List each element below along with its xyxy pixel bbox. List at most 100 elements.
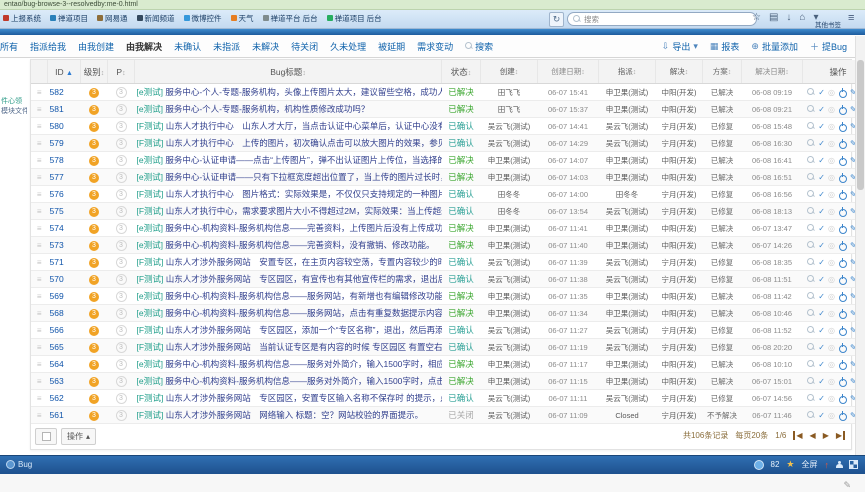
table-row[interactable]: ≡ 564 3 3 [e测试] 服务中心-机构资料-服务机构信息——服务对外简介… (31, 356, 865, 373)
view-icon[interactable] (807, 292, 815, 300)
close-bug-icon[interactable] (838, 394, 847, 403)
reload-button[interactable]: ↻ (549, 12, 564, 27)
bookmark-item[interactable]: 禅道平台 后台 (263, 13, 318, 24)
row-handle-icon[interactable]: ≡ (37, 207, 42, 216)
search-tab[interactable]: 搜索 (459, 40, 499, 53)
bug-title-link[interactable]: 服务中心-机构资料-服务机构信息——完善资料，没有撤销、修改功能。 (165, 240, 434, 250)
batch-action-dropdown[interactable]: 操作▴ (61, 428, 96, 445)
row-handle-icon[interactable]: ≡ (37, 258, 42, 267)
resolve-icon[interactable]: ◎ (828, 173, 835, 182)
confirm-icon[interactable]: ✓ (818, 105, 825, 114)
row-handle-icon[interactable]: ≡ (37, 105, 42, 114)
bookmark-item[interactable]: 微博控件 (184, 13, 222, 24)
per-page-dropdown[interactable]: 每页20条 (735, 430, 768, 441)
bug-title-link[interactable]: 服务中心-认证申请——点击“上传图片”，弹不出认证图片上传位，当选择的图片宽度太… (165, 155, 441, 165)
resolve-icon[interactable]: ◎ (828, 190, 835, 199)
view-icon[interactable] (807, 309, 815, 317)
close-bug-icon[interactable] (838, 156, 847, 165)
resolve-icon[interactable]: ◎ (828, 258, 835, 267)
view-icon[interactable] (807, 190, 815, 198)
bug-title-link[interactable]: 山东人才涉外服务网站 安置专区，在主页内容较空荡，专置内容较少的时候，页面以下需… (166, 257, 442, 267)
confirm-icon[interactable]: ✓ (818, 224, 825, 233)
bug-title-link[interactable]: 服务中心-个人-专题-服务机构，头像上传图片太大，建议留些空格，成功人数少。 (165, 87, 441, 97)
row-handle-icon[interactable]: ≡ (37, 309, 42, 318)
bug-id-link[interactable]: 576 (50, 189, 64, 199)
bug-id-link[interactable]: 577 (50, 172, 64, 182)
edit-pencil-icon[interactable]: ✎ (843, 480, 851, 491)
bug-id-link[interactable]: 570 (50, 274, 64, 284)
row-handle-icon[interactable]: ≡ (37, 394, 42, 403)
view-icon[interactable] (807, 122, 815, 130)
bug-title-link[interactable]: 山东人才涉外服务网站 当前认证专区是有内容的时候 专区园区 有置空右侧的内容无响… (166, 342, 442, 352)
bug-id-link[interactable]: 571 (50, 257, 64, 267)
table-row[interactable]: ≡ 579 3 3 [F测试] 山东人才执行中心 上传的图片，初次确认点击可以放… (31, 135, 865, 152)
view-icon[interactable] (807, 394, 815, 402)
browser-menu-icon[interactable]: ≡ (848, 12, 854, 24)
close-bug-icon[interactable] (838, 309, 847, 318)
bookmark-item[interactable]: 天气 (231, 13, 254, 24)
resolve-icon[interactable]: ◎ (828, 139, 835, 148)
library-icon[interactable]: ▤ (769, 12, 778, 24)
grid-icon[interactable] (850, 461, 857, 468)
view-icon[interactable] (807, 377, 815, 385)
view-icon[interactable] (807, 105, 815, 113)
header-priority[interactable]: P↕ (108, 60, 135, 84)
bug-title-link[interactable]: 山东人才涉外服务网站 专区园区，安置专区输入名称不保存时 的提示，点击撤销。 (166, 393, 442, 403)
bug-id-link[interactable]: 582 (50, 87, 64, 97)
filter-tab[interactable]: 由我解决 (120, 40, 168, 53)
bug-title-link[interactable]: 服务中心-机构资料-服务机构信息——服务网站，有新增也有编辑修改功能了，退出后较… (165, 291, 441, 301)
confirm-icon[interactable]: ✓ (818, 411, 825, 420)
bug-title-link[interactable]: 山东人才执行中心，需求要求图片大小不得超过2M，实际效果：当上传超过2M的图片时… (166, 206, 442, 216)
resolve-icon[interactable]: ◎ (828, 309, 835, 318)
resolve-icon[interactable]: ◎ (828, 241, 835, 250)
table-row[interactable]: ≡ 576 3 3 [F测试] 山东人才执行中心 图片格式：实际效果是，不仅仅只… (31, 186, 865, 203)
close-bug-icon[interactable] (838, 275, 847, 284)
star-bookmark-icon[interactable]: ☆ (752, 12, 761, 24)
bug-title-link[interactable]: 服务中心-机构资料-服务机构信息——服务对外简介，输入1500字时，点击“确认”… (165, 376, 441, 386)
close-bug-icon[interactable] (838, 326, 847, 335)
filter-tab[interactable]: 待关闭 (285, 40, 324, 53)
confirm-icon[interactable]: ✓ (818, 190, 825, 199)
row-handle-icon[interactable]: ≡ (37, 360, 42, 369)
filter-tab[interactable]: 由我创建 (72, 40, 120, 53)
row-handle-icon[interactable]: ≡ (37, 275, 42, 284)
home-icon[interactable]: ⌂ (799, 12, 805, 24)
close-bug-icon[interactable] (838, 258, 847, 267)
select-all-checkbox[interactable] (35, 428, 57, 445)
close-bug-icon[interactable] (838, 122, 847, 131)
bookmark-item[interactable]: 网易通 (97, 13, 128, 24)
resolve-icon[interactable]: ◎ (828, 88, 835, 97)
confirm-icon[interactable]: ✓ (818, 343, 825, 352)
resolve-icon[interactable]: ◎ (828, 377, 835, 386)
row-handle-icon[interactable]: ≡ (37, 122, 42, 131)
view-icon[interactable] (807, 326, 815, 334)
resolve-icon[interactable]: ◎ (828, 105, 835, 114)
resolve-icon[interactable]: ◎ (828, 343, 835, 352)
row-handle-icon[interactable]: ≡ (37, 190, 42, 199)
close-bug-icon[interactable] (838, 377, 847, 386)
bug-id-link[interactable]: 581 (50, 104, 64, 114)
table-row[interactable]: ≡ 580 3 3 [F测试] 山东人才执行中心 山东人才大厅，当点击认证中心菜… (31, 118, 865, 135)
bug-id-link[interactable]: 575 (50, 206, 64, 216)
table-row[interactable]: ≡ 569 3 3 [e测试] 服务中心-机构资料-服务机构信息——服务网站，有… (31, 288, 865, 305)
row-handle-icon[interactable]: ≡ (37, 292, 42, 301)
resolve-icon[interactable]: ◎ (828, 156, 835, 165)
close-bug-icon[interactable] (838, 105, 847, 114)
table-row[interactable]: ≡ 566 3 3 [F测试] 山东人才涉外服务网站 专区园区，添加一个“专区名… (31, 322, 865, 339)
bug-title-link[interactable]: 服务中心-机构资料-服务机构信息——服务对外简介，输入1500字时，相应规范了内… (165, 359, 441, 369)
close-bug-icon[interactable] (838, 292, 847, 301)
resolve-icon[interactable]: ◎ (828, 207, 835, 216)
confirm-icon[interactable]: ✓ (818, 156, 825, 165)
table-row[interactable]: ≡ 565 3 3 [F测试] 山东人才涉外服务网站 当前认证专区是有内容的时候… (31, 339, 865, 356)
header-status[interactable]: 状态↕ (442, 60, 481, 84)
resolve-icon[interactable]: ◎ (828, 275, 835, 284)
table-row[interactable]: ≡ 574 3 3 [e测试] 服务中心-机构资料-服务机构信息——完善资料，上… (31, 220, 865, 237)
bug-id-link[interactable]: 568 (50, 308, 64, 318)
header-id[interactable]: ID ▲ (48, 60, 81, 84)
confirm-icon[interactable]: ✓ (818, 275, 825, 284)
close-bug-icon[interactable] (838, 343, 847, 352)
view-icon[interactable] (807, 207, 815, 215)
view-icon[interactable] (807, 173, 815, 181)
first-page-button[interactable]: ◀ (793, 431, 802, 440)
arrow-up-icon[interactable]: ↑ (825, 460, 830, 470)
